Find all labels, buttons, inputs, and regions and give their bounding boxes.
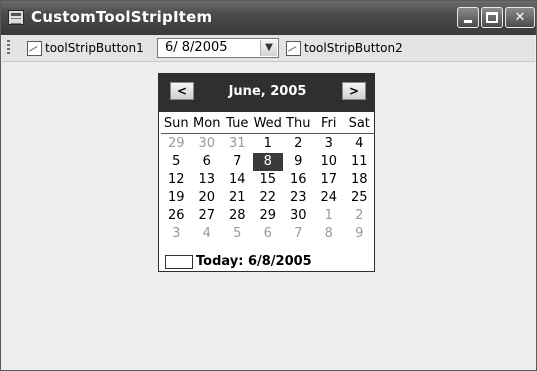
- close-icon: ✕: [514, 10, 526, 25]
- calendar-day[interactable]: 4: [192, 225, 223, 243]
- minimize-button[interactable]: [457, 7, 479, 28]
- date-picker-value: 6/ 8/2005: [165, 40, 228, 55]
- weekday-label: Mon: [193, 116, 221, 131]
- calendar-day[interactable]: 6: [253, 225, 284, 243]
- weekday-label: Tue: [226, 116, 249, 131]
- calendar-week-row: 5 6 7 8 9 10 11: [161, 153, 375, 171]
- toolstrip-button-2[interactable]: toolStripButton2: [286, 37, 403, 59]
- calendar-day[interactable]: 1: [253, 135, 284, 153]
- calendar-day[interactable]: 7: [283, 225, 314, 243]
- today-label: Today: 6/8/2005: [196, 254, 312, 269]
- calendar-day[interactable]: 11: [344, 153, 375, 171]
- toolstrip-button-1-label: toolStripButton1: [45, 41, 144, 55]
- chevron-right-icon: >: [348, 84, 360, 98]
- maximize-icon: [486, 12, 498, 23]
- calendar-day[interactable]: 10: [314, 153, 345, 171]
- calendar-day[interactable]: 26: [161, 207, 192, 225]
- weekday-label: Sun: [163, 116, 189, 131]
- chevron-left-icon: <: [176, 84, 188, 98]
- calendar-day[interactable]: 21: [222, 189, 253, 207]
- app-icon[interactable]: [8, 10, 24, 25]
- calendar-day-selected[interactable]: 8: [252, 153, 283, 171]
- today-link[interactable]: Today: 6/8/2005: [165, 253, 312, 270]
- calendar-day[interactable]: 30: [192, 135, 223, 153]
- calendar-header: < June, 2005 >: [159, 74, 374, 112]
- image-icon: [27, 40, 42, 56]
- weekday-label: Thu: [286, 116, 311, 131]
- calendar-day[interactable]: 22: [253, 189, 284, 207]
- calendar-day[interactable]: 27: [192, 207, 223, 225]
- calendar-day[interactable]: 14: [222, 171, 253, 189]
- app-window: CustomToolStripItem ✕ toolStripButton1 6…: [0, 0, 537, 371]
- next-month-button[interactable]: >: [342, 82, 366, 100]
- calendar-day[interactable]: 20: [192, 189, 223, 207]
- calendar-day[interactable]: 15: [253, 171, 284, 189]
- dropdown-button[interactable]: ▼: [260, 40, 277, 56]
- toolstrip-button-1[interactable]: toolStripButton1: [27, 37, 144, 59]
- today-marker-icon: [165, 254, 193, 269]
- calendar-day[interactable]: 3: [314, 135, 345, 153]
- minimize-icon: [464, 20, 472, 23]
- calendar-day[interactable]: 18: [344, 171, 375, 189]
- maximize-button[interactable]: [481, 7, 503, 28]
- title-bar[interactable]: CustomToolStripItem ✕: [1, 1, 536, 35]
- toolstrip: toolStripButton1 6/ 8/2005 ▼ toolStripBu…: [2, 35, 535, 62]
- calendar-day[interactable]: 19: [161, 189, 192, 207]
- calendar-day[interactable]: 8: [314, 225, 345, 243]
- weekday-label: Fri: [321, 116, 337, 131]
- calendar-day[interactable]: 9: [283, 153, 314, 171]
- calendar-week-row: 26 27 28 29 30 1 2: [161, 207, 375, 225]
- month-calendar-dropdown: < June, 2005 > Sun Mon Tue Wed Thu Fri S…: [158, 73, 375, 272]
- calendar-day[interactable]: 4: [344, 135, 375, 153]
- calendar-day[interactable]: 9: [344, 225, 375, 243]
- calendar-week-row: 29 30 31 1 2 3 4: [161, 135, 375, 153]
- calendar-day[interactable]: 6: [192, 153, 223, 171]
- chevron-down-icon: ▼: [265, 42, 273, 53]
- calendar-day[interactable]: 23: [283, 189, 314, 207]
- calendar-day[interactable]: 2: [344, 207, 375, 225]
- calendar-day[interactable]: 29: [161, 135, 192, 153]
- calendar-day[interactable]: 3: [161, 225, 192, 243]
- date-picker-field[interactable]: 6/ 8/2005 ▼: [157, 38, 279, 58]
- calendar-week-row: 19 20 21 22 23 24 25: [161, 189, 375, 207]
- calendar-day[interactable]: 2: [283, 135, 314, 153]
- calendar-day[interactable]: 24: [314, 189, 345, 207]
- calendar-day[interactable]: 7: [222, 153, 253, 171]
- calendar-day[interactable]: 12: [161, 171, 192, 189]
- month-label: June, 2005: [228, 84, 307, 99]
- calendar-day[interactable]: 16: [283, 171, 314, 189]
- calendar-day[interactable]: 30: [283, 207, 314, 225]
- weekday-label: Wed: [253, 116, 282, 131]
- close-button[interactable]: ✕: [505, 7, 535, 28]
- calendar-day[interactable]: 5: [161, 153, 192, 171]
- toolstrip-grip-icon[interactable]: [7, 40, 10, 56]
- weekday-label: Sat: [348, 116, 370, 131]
- calendar-day[interactable]: 17: [314, 171, 345, 189]
- calendar-day[interactable]: 1: [314, 207, 345, 225]
- previous-month-button[interactable]: <: [170, 82, 194, 100]
- calendar-day[interactable]: 5: [222, 225, 253, 243]
- calendar-day[interactable]: 25: [344, 189, 375, 207]
- toolstrip-button-2-label: toolStripButton2: [304, 41, 403, 55]
- calendar-day[interactable]: 31: [222, 135, 253, 153]
- calendar-week-row: 3 4 5 6 7 8 9: [161, 225, 375, 243]
- window-title: CustomToolStripItem: [31, 8, 213, 26]
- calendar-day[interactable]: 29: [253, 207, 284, 225]
- calendar-day[interactable]: 28: [222, 207, 253, 225]
- weekday-header-row: Sun Mon Tue Wed Thu Fri Sat: [161, 115, 375, 134]
- image-icon: [286, 40, 301, 56]
- calendar-day[interactable]: 13: [192, 171, 223, 189]
- calendar-week-row: 12 13 14 15 16 17 18: [161, 171, 375, 189]
